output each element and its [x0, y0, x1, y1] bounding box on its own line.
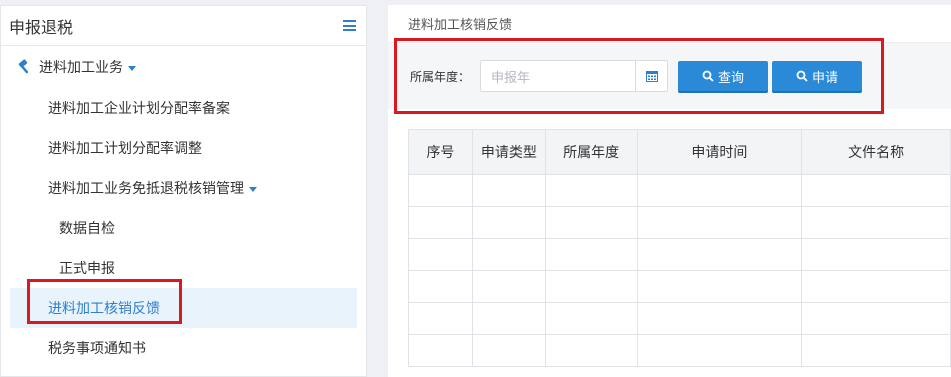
sidebar-item-plan-adjust[interactable]: 进料加工计划分配率调整 [1, 128, 366, 168]
sidebar-item-formal-declaration[interactable]: 正式申报 [1, 248, 366, 288]
sidebar-item-self-check[interactable]: 数据自检 [1, 208, 366, 248]
hammer-icon [18, 59, 29, 74]
query-button-label: 查询 [718, 70, 745, 86]
column-header[interactable]: 序号 [408, 129, 473, 175]
sidebar-item-label: 数据自检 [59, 221, 115, 237]
sidebar-header: 申报退税 [1, 6, 366, 46]
table-row [408, 174, 951, 207]
year-input[interactable]: 申报年 [480, 60, 669, 92]
sidebar-item-label: 进料加工核销反馈 [48, 301, 160, 317]
feedback-table: 序号 申请类型 所属年度 申请时间 文件名称 [408, 129, 951, 367]
nav-group-processing-trade[interactable]: 进料加工业务 [1, 46, 366, 88]
search-bar: 所属年度： 申报年 查询 申请 [388, 43, 951, 109]
main-panel: 进料加工核销反馈 所属年度： 申报年 查询 申请 序号 申请类型 所属年度 申请… [388, 5, 951, 377]
column-header[interactable]: 申请时间 [636, 129, 803, 175]
sidebar-item-label: 正式申报 [59, 261, 115, 277]
search-icon [702, 70, 714, 82]
table-row [408, 270, 951, 303]
sidebar-item-verification-management[interactable]: 进料加工业务免抵退税核销管理 [1, 168, 366, 208]
sidebar-item-tax-notice[interactable]: 税务事项通知书 [1, 328, 366, 368]
column-header[interactable]: 所属年度 [544, 129, 638, 175]
column-header[interactable]: 申请类型 [471, 129, 546, 175]
menu-icon[interactable] [343, 20, 356, 31]
year-label: 所属年度： [410, 69, 471, 84]
sidebar-item-label: 进料加工计划分配率调整 [48, 141, 202, 157]
table-row [408, 206, 951, 239]
sidebar-item-label: 税务事项通知书 [48, 341, 146, 357]
table-row [408, 238, 951, 271]
caret-down-icon [128, 65, 136, 71]
calendar-icon[interactable] [635, 61, 667, 91]
breadcrumb: 进料加工核销反馈 [388, 5, 951, 43]
column-header[interactable]: 文件名称 [801, 129, 951, 175]
sidebar-item-label: 进料加工企业计划分配率备案 [48, 101, 230, 117]
sidebar-item-verification-feedback[interactable]: 进料加工核销反馈 [10, 288, 357, 328]
sidebar: 申报退税 进料加工业务 进料加工企业计划分配率备案 进料加工计划分配率调整 进料… [0, 5, 367, 377]
caret-down-icon [249, 186, 257, 192]
search-icon [796, 70, 808, 82]
table-row [408, 334, 951, 367]
table-header-row: 序号 申请类型 所属年度 申请时间 文件名称 [408, 129, 951, 175]
sidebar-item-label: 进料加工业务免抵退税核销管理 [48, 181, 244, 197]
table-row [408, 302, 951, 335]
nav-group-label: 进料加工业务 [39, 60, 123, 76]
sidebar-item-plan-filing[interactable]: 进料加工企业计划分配率备案 [1, 88, 366, 128]
apply-button-label: 申请 [812, 70, 839, 86]
apply-button[interactable]: 申请 [772, 61, 863, 91]
sidebar-title: 申报退税 [9, 17, 74, 37]
query-button[interactable]: 查询 [678, 61, 769, 91]
year-placeholder: 申报年 [491, 70, 531, 86]
